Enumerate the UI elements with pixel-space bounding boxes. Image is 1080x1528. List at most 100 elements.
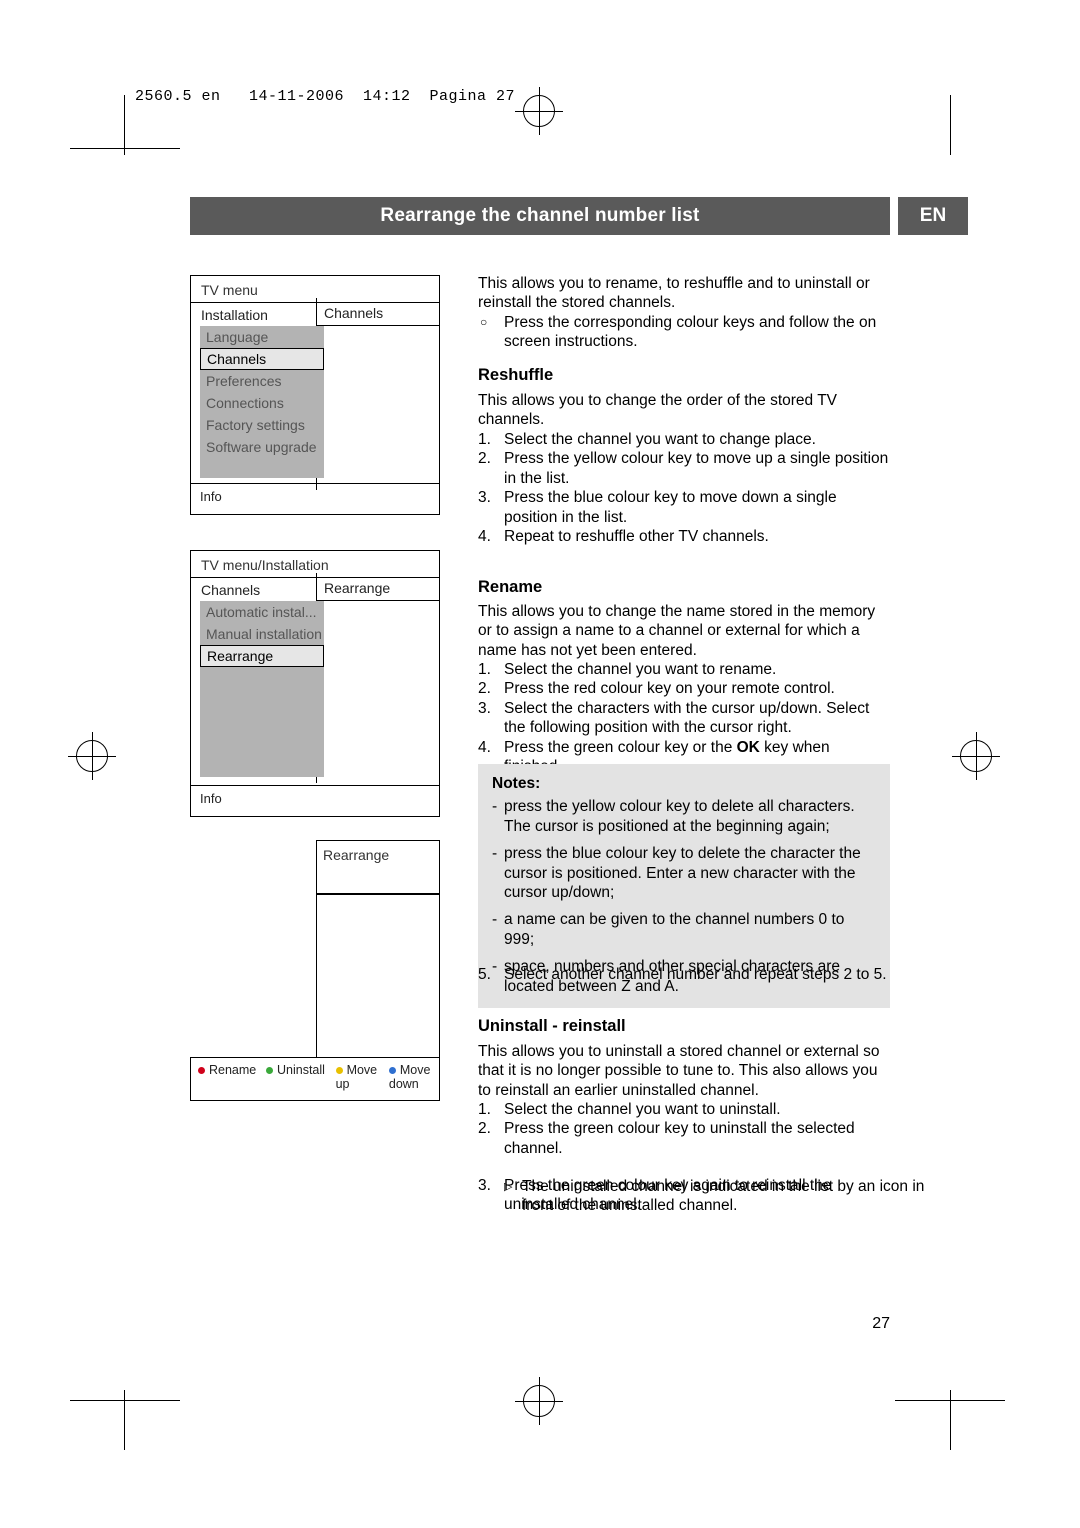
page-title: Rearrange the channel number list [190, 197, 890, 235]
reshuffle-body: This allows you to change the order of t… [478, 391, 890, 430]
installation-item-rearrange[interactable]: Rearrange [200, 645, 324, 667]
tv-menu-item-connections[interactable]: Connections [200, 392, 324, 414]
installation-info-divider [191, 785, 439, 786]
colour-key-move-up[interactable]: Move up [335, 1063, 379, 1091]
uninstall-step-3-item: 3. Press the green colour key again to re… [478, 1176, 890, 1215]
tv-menu-item-factory-settings[interactable]: Factory settings [200, 414, 324, 436]
colour-key-uninstall[interactable]: Uninstall [266, 1063, 326, 1077]
rename-step-2: 2. Press the red colour key on your remot… [478, 679, 890, 698]
rename-step-5: 5. Select another channel number and repe… [478, 965, 890, 984]
uninstall-heading: Uninstall - reinstall [478, 1017, 626, 1035]
tv-menu-item-language[interactable]: Language [200, 326, 324, 348]
installation-right-underline [316, 600, 440, 601]
crop-mark-top-left-h [70, 148, 180, 149]
installation-item-empty-3 [200, 711, 324, 733]
reshuffle-step-4: 4. Repeat to reshuffle other TV channels. [478, 527, 890, 546]
uninstall-body: This allows you to uninstall a stored ch… [478, 1042, 890, 1100]
rearrange-colour-keys: Rename Uninstall Move up Move down [198, 1063, 434, 1091]
installation-item-manual[interactable]: Manual installation [200, 623, 324, 645]
colour-key-move-down[interactable]: Move down [388, 1063, 434, 1091]
step-text: Press the blue colour key to move down a… [504, 489, 837, 526]
tv-menu-item-channels[interactable]: Channels [200, 348, 324, 370]
rearrange-left-border [316, 894, 317, 1058]
tv-menu-title: TV menu [201, 282, 258, 298]
intro-bullet-text: Press the corresponding colour keys and … [504, 314, 877, 351]
crop-mark-bottom-left-v [124, 1390, 125, 1450]
step-text: Select another channel number and repeat… [504, 966, 887, 983]
installation-right-label: Rearrange [324, 580, 391, 596]
installation-item-automatic[interactable]: Automatic instal... [200, 601, 324, 623]
tv-menu-right-underline [316, 325, 440, 326]
step-text: Press the green colour key to uninstall … [504, 1120, 855, 1157]
colour-key-uninstall-label: Uninstall [277, 1063, 325, 1077]
reshuffle-step-1: 1. Select the channel you want to change … [478, 430, 890, 449]
ok-key-label: OK [736, 738, 760, 756]
bullet-circle-icon: ○ [480, 315, 488, 329]
step-number: 3. [478, 489, 491, 507]
colour-key-rename[interactable]: Rename [198, 1063, 256, 1077]
dash-marker: - [492, 798, 498, 816]
reshuffle-heading: Reshuffle [478, 366, 554, 384]
tv-menu-right-label: Channels [324, 305, 384, 321]
note-text: press the yellow colour key to delete al… [504, 798, 855, 835]
installation-item-empty-1 [200, 667, 324, 689]
installation-item-list: Automatic instal... Manual installation … [200, 601, 324, 777]
rearrange-title: Rearrange [323, 847, 390, 863]
intro-text: This allows you to rename, to reshuffle … [478, 275, 870, 312]
step-text: Select the channel you want to uninstall… [504, 1101, 781, 1118]
step-text: Select the channel you want to rename. [504, 661, 777, 678]
rename-body-text: This allows you to change the name store… [478, 603, 876, 659]
crop-mark-bottom-right-v [950, 1390, 951, 1450]
rename-steps: 1. Select the channel you want to rename.… [478, 660, 890, 776]
note-text: a name can be given to the channel numbe… [504, 911, 845, 948]
tv-menu-item-preferences[interactable]: Preferences [200, 370, 324, 392]
intro-paragraph: This allows you to rename, to reshuffle … [478, 274, 890, 313]
green-key-icon [266, 1067, 273, 1074]
red-key-icon [198, 1067, 205, 1074]
installation-item-empty-2 [200, 689, 324, 711]
step-text: Select the channel you want to change pl… [504, 431, 816, 448]
registration-mark-left [68, 732, 116, 780]
step-number: 2. [478, 1120, 491, 1138]
reshuffle-step-2: 2. Press the yellow colour key to move up… [478, 449, 890, 488]
step-text: Press the red colour key on your remote … [504, 680, 835, 698]
intro-bullet: ○ Press the corresponding colour keys an… [478, 313, 916, 352]
rearrange-right-border [439, 894, 440, 1058]
step-text: Press the yellow colour key to move up a… [504, 450, 889, 487]
crop-mark-top-left-v [124, 95, 125, 155]
installation-row-label: Channels [201, 582, 261, 598]
registration-mark-bottom [515, 1377, 563, 1425]
note-text: press the blue colour key to delete the … [504, 845, 861, 902]
step-number: 2. [478, 680, 491, 698]
step-number: 3. [478, 1177, 491, 1194]
reshuffle-steps: 1. Select the channel you want to change … [478, 430, 890, 546]
tv-menu-row-label: Installation [201, 307, 268, 323]
rename-step-3: 3. Select the characters with the cursor … [478, 699, 890, 738]
uninstall-step-3: 3. Press the green colour key again to re… [478, 1176, 890, 1215]
step-number: 4. [478, 528, 491, 546]
tv-menu-item-software-upgrade[interactable]: Software upgrade [200, 436, 324, 458]
rename-step-1: 1. Select the channel you want to rename. [478, 660, 890, 679]
colour-key-rename-label: Rename [209, 1063, 257, 1077]
rearrange-panel: Rearrange [316, 840, 440, 895]
step-number: 1. [478, 431, 491, 448]
step-text: Select the characters with the cursor up… [504, 699, 870, 737]
crop-mark-bottom-left-h [70, 1400, 180, 1401]
reshuffle-body-text: This allows you to change the order of t… [478, 392, 837, 429]
tv-menu-info-label: Info [200, 489, 222, 504]
notes-heading: Notes: [492, 775, 541, 792]
note-1: - press the yellow colour key to delete a… [492, 797, 876, 836]
note-2: - press the blue colour key to delete the… [492, 844, 876, 902]
note-3: -a name can be given to the channel numb… [492, 910, 876, 949]
step-number: 2. [478, 450, 491, 468]
print-slug: 2560.5 en 14-11-2006 14:12 Pagina 27 [135, 88, 516, 105]
dash-marker: - [492, 911, 498, 929]
step-text: Repeat to reshuffle other TV channels. [504, 528, 769, 546]
blue-key-icon [388, 1067, 396, 1074]
reshuffle-step-3: 3. Press the blue colour key to move down… [478, 488, 890, 527]
rename-step-5-item: 5. Select another channel number and repe… [478, 965, 890, 984]
uninstall-body-text: This allows you to uninstall a stored ch… [478, 1043, 880, 1099]
uninstall-step-1: 1. Select the channel you want to uninsta… [478, 1100, 890, 1119]
notes-heading-text: Notes [492, 775, 536, 792]
dash-marker: - [492, 845, 498, 863]
